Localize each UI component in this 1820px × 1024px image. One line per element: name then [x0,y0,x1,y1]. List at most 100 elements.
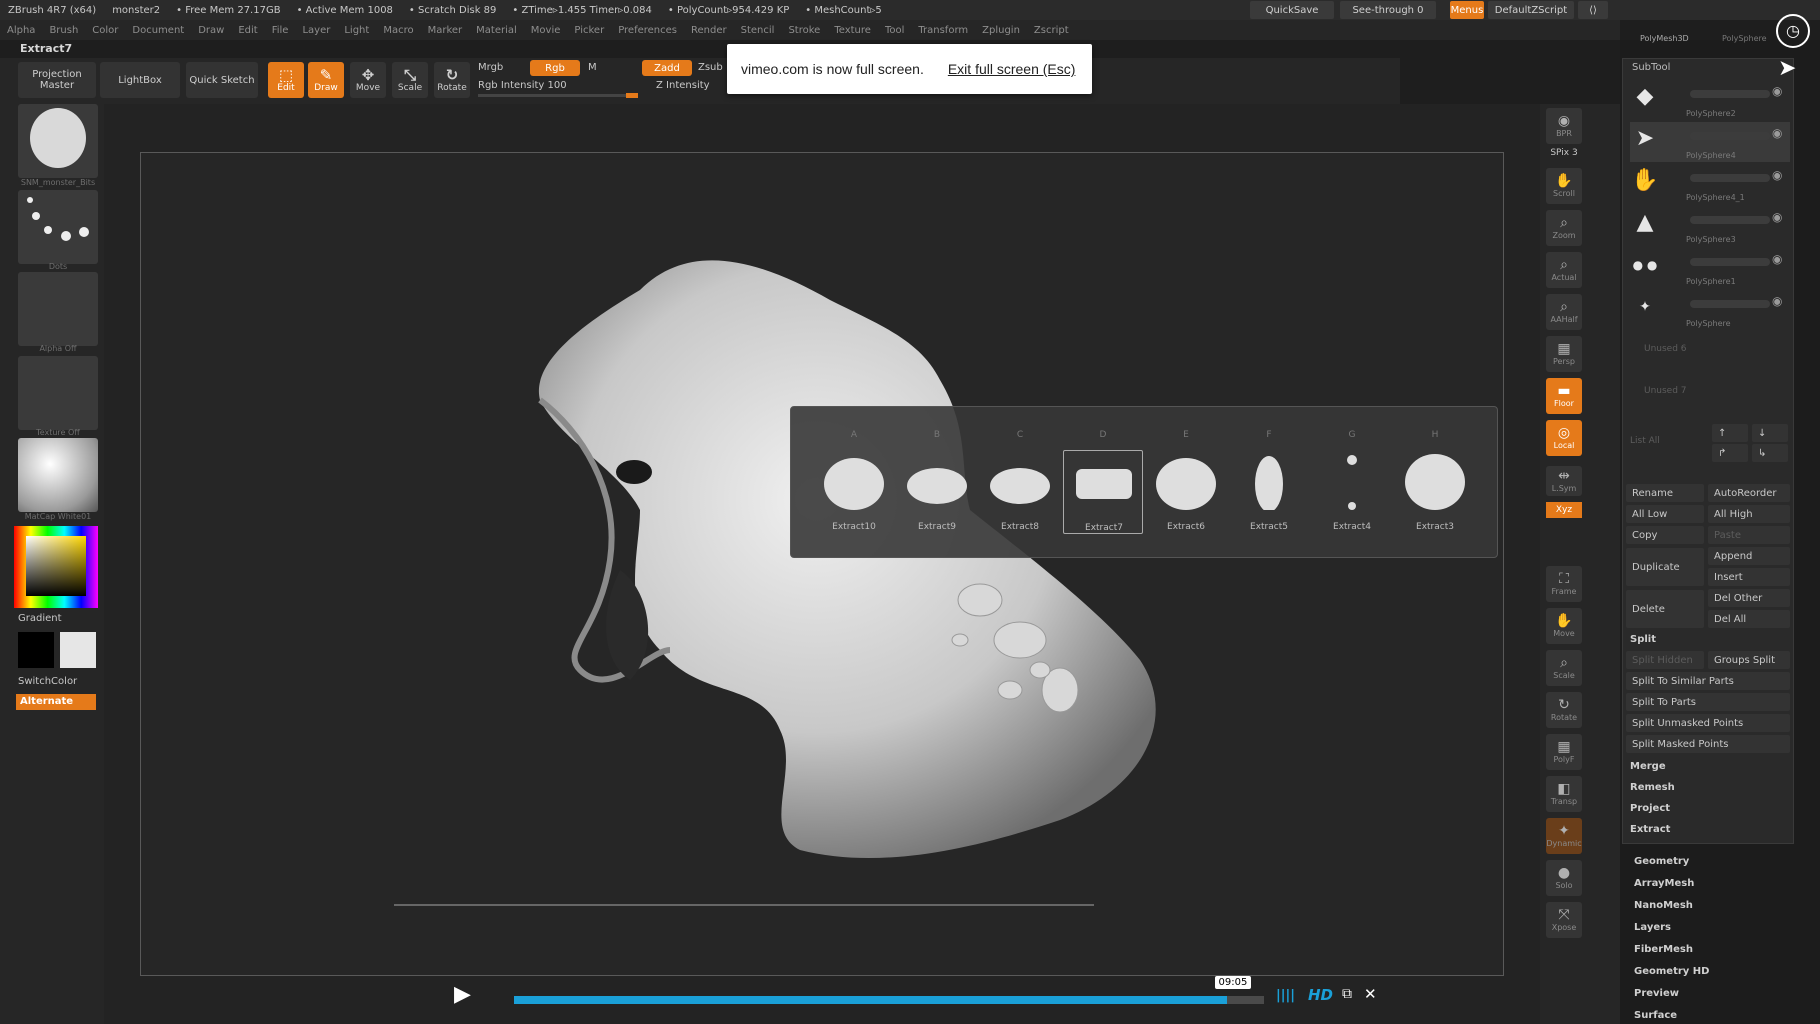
volume-icon[interactable]: |||| [1276,988,1295,1003]
subtool-item[interactable]: ✋ ◉ PolySphere4_1 [1630,164,1790,204]
arraymesh-menu[interactable]: ArrayMesh [1634,878,1694,889]
menu-document[interactable]: Document [125,25,191,36]
all-high-button[interactable]: All High [1708,505,1790,523]
split-hidden-button[interactable]: Split Hidden [1626,651,1704,669]
solo-button[interactable]: ● Solo [1546,860,1582,896]
alternate-button[interactable]: Alternate [16,694,96,710]
extract-section-header[interactable]: Extract [1630,824,1670,835]
menu-render[interactable]: Render [684,25,734,36]
lsym-button[interactable]: ⇹ L.Sym [1546,466,1582,496]
extract-slot[interactable]: Extract10 [814,450,894,534]
paste-button[interactable]: Paste [1708,526,1790,544]
edit-mode-button[interactable]: ⬚ Edit [268,62,304,98]
menu-layer[interactable]: Layer [295,25,337,36]
color-sv-square[interactable] [26,536,86,596]
menu-material[interactable]: Material [469,25,524,36]
del-other-button[interactable]: Del Other [1708,589,1790,607]
split-section-header[interactable]: Split [1630,634,1656,645]
layout-arrows-icon[interactable]: ⟨⟩ [1578,1,1608,19]
menu-tool[interactable]: Tool [878,25,911,36]
rgb-toggle[interactable]: Rgb [530,60,580,76]
share-icon[interactable]: ➤ [1778,56,1796,81]
menu-alpha[interactable]: Alpha [0,25,42,36]
xyz-button[interactable]: Xyz [1546,502,1582,518]
stroke-thumbnail[interactable] [18,190,98,264]
eye-icon[interactable]: ◉ [1772,294,1782,308]
rotate-button[interactable]: ↻ Rotate [1546,692,1582,728]
menu-macro[interactable]: Macro [376,25,420,36]
subtool-item[interactable]: ● ● ◉ PolySphere1 [1630,248,1790,288]
frame-button[interactable]: ⛶ Frame [1546,566,1582,602]
rgb-intensity-track[interactable] [478,93,638,98]
copy-button[interactable]: Copy [1626,526,1704,544]
arrow-up-right-icon[interactable]: ↱ [1712,444,1748,462]
groups-split-button[interactable]: Groups Split [1708,651,1790,669]
move-button[interactable]: ✋ Move [1546,608,1582,644]
menu-stencil[interactable]: Stencil [734,25,782,36]
color-picker[interactable] [14,526,98,608]
exit-fullscreen-link[interactable]: Exit full screen (Esc) [948,61,1076,77]
geometry-menu[interactable]: Geometry [1634,856,1689,867]
all-low-button[interactable]: All Low [1626,505,1704,523]
progress-bar[interactable] [514,996,1264,1004]
extract-slot[interactable]: Extract6 [1146,450,1226,534]
preview-menu[interactable]: Preview [1634,988,1679,999]
gradient-label[interactable]: Gradient [18,613,62,624]
mrgb-toggle[interactable]: Mrgb [478,62,503,73]
switchcolor-button[interactable]: SwitchColor [18,676,77,687]
extract-slot-selected[interactable]: Extract7 [1063,450,1143,534]
actual-button[interactable]: ⌕ Actual [1546,252,1582,288]
brush-thumbnail[interactable] [18,104,98,178]
subtool-item-selected[interactable]: ➤ ◉ PolySphere4 [1630,122,1790,162]
eye-icon[interactable]: ◉ [1772,84,1782,98]
menu-color[interactable]: Color [85,25,125,36]
subtool-toggles[interactable] [1690,258,1770,266]
fibermesh-menu[interactable]: FiberMesh [1634,944,1693,955]
zsub-toggle[interactable]: Zsub [698,62,723,73]
z-intensity-slider[interactable]: Z Intensity [656,80,710,91]
menu-picker[interactable]: Picker [567,25,611,36]
move-mode-button[interactable]: ✥ Move [350,62,386,98]
subtool-toggles[interactable] [1690,90,1770,98]
transp-button[interactable]: ◧ Transp [1546,776,1582,812]
subtool-title[interactable]: SubTool [1632,62,1670,73]
extract-slot[interactable]: Extract3 [1395,450,1475,534]
material-thumbnail[interactable] [18,438,98,512]
list-all-button[interactable]: List All [1630,436,1660,446]
xpose-button[interactable]: ⤧ Xpose [1546,902,1582,938]
subtool-toggles[interactable] [1690,132,1770,140]
menu-light[interactable]: Light [337,25,376,36]
eye-icon[interactable]: ◉ [1772,126,1782,140]
menu-preferences[interactable]: Preferences [611,25,684,36]
subtool-item[interactable]: ✦ ◉ PolySphere [1630,290,1790,330]
polymesh3d-tool-thumb[interactable]: PolyMesh3D [1640,34,1689,43]
insert-button[interactable]: Insert [1708,568,1790,586]
rotate-mode-button[interactable]: ↻ Rotate [434,62,470,98]
merge-section-header[interactable]: Merge [1630,761,1666,772]
rgb-intensity-slider[interactable]: Rgb Intensity 100 [478,80,567,91]
split-unmasked-points-button[interactable]: Split Unmasked Points [1626,714,1790,732]
zoom-button[interactable]: ⌕ Zoom [1546,210,1582,246]
draw-mode-button[interactable]: ✎ Draw [308,62,344,98]
quicksave-button[interactable]: QuickSave [1250,1,1334,19]
menu-texture[interactable]: Texture [827,25,878,36]
move-up-arrow-icon[interactable]: ↑ [1712,424,1748,442]
polyf-button[interactable]: ▦ PolyF [1546,734,1582,770]
scroll-button[interactable]: ✋ Scroll [1546,168,1582,204]
pip-icon[interactable]: ⧉ [1342,986,1352,1002]
subtool-item[interactable]: ◆ ◉ PolySphere2 [1630,80,1790,120]
arrow-down-right-icon[interactable]: ↳ [1752,444,1788,462]
polysphere-tool-thumb[interactable]: PolySphere [1722,34,1767,43]
menu-marker[interactable]: Marker [421,25,470,36]
dynamic-button[interactable]: ✦ Dynamic [1546,818,1582,854]
split-masked-points-button[interactable]: Split Masked Points [1626,735,1790,753]
move-down-arrow-icon[interactable]: ↓ [1752,424,1788,442]
extract-slot[interactable]: Extract4 [1312,450,1392,534]
lightbox-button[interactable]: LightBox [100,62,180,98]
zadd-toggle[interactable]: Zadd [642,60,692,76]
menu-draw[interactable]: Draw [191,25,231,36]
append-button[interactable]: Append [1708,547,1790,565]
primary-color-swatch[interactable] [18,632,54,668]
persp-button[interactable]: ▦ Persp [1546,336,1582,372]
delete-button[interactable]: Delete [1626,590,1704,628]
